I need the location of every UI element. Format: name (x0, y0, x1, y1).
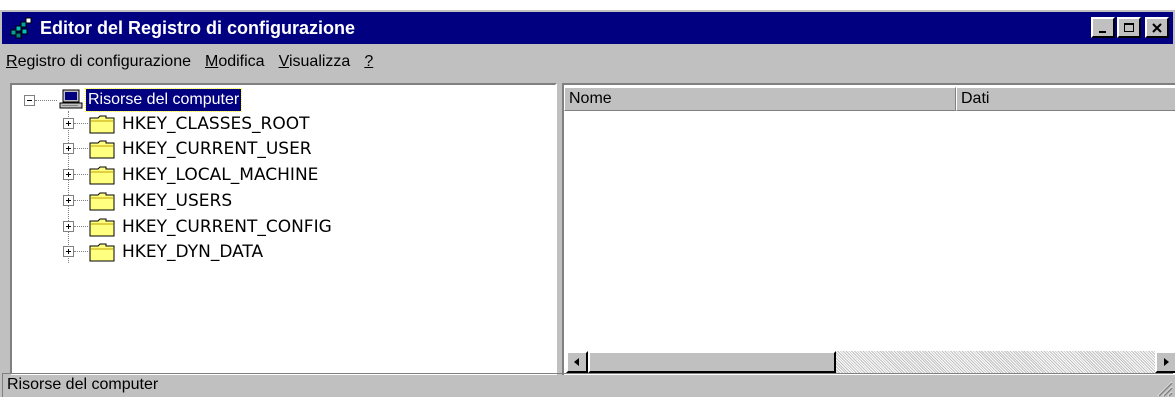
scroll-left-button[interactable] (566, 351, 588, 373)
folder-icon (89, 218, 115, 237)
folder-icon (89, 243, 115, 262)
tree-connector (74, 200, 88, 201)
menu-registro[interactable]: Registro di configurazione (6, 53, 191, 71)
tree-item-label: HKEY_CURRENT_USER (122, 139, 312, 159)
collapse-icon[interactable] (24, 95, 35, 106)
folder-icon (89, 192, 115, 211)
tree-connector (74, 174, 88, 175)
expand-icon[interactable] (63, 221, 74, 232)
maximize-icon (1124, 22, 1134, 32)
window-title: Editor del Registro di configurazione (40, 17, 356, 38)
tree-item-label: HKEY_LOCAL_MACHINE (122, 165, 319, 185)
expand-icon[interactable] (63, 169, 74, 180)
expand-icon[interactable] (63, 118, 74, 129)
values-list[interactable]: Nome Dati (562, 83, 1175, 375)
scroll-right-button[interactable] (1155, 351, 1175, 373)
tree-item-label: HKEY_DYN_DATA (122, 242, 264, 262)
status-bar: Risorse del computer (2, 373, 1173, 397)
menu-visualizza[interactable]: Visualizza (279, 53, 351, 71)
registry-tree[interactable]: Risorse del computer HKEY_CLASSES_ROOT H… (10, 83, 557, 375)
resize-grip-icon[interactable] (1155, 379, 1173, 397)
arrow-left-icon (574, 358, 579, 366)
tree-connector (74, 226, 88, 227)
column-header-nome[interactable]: Nome (564, 87, 956, 111)
menu-help[interactable]: ? (364, 53, 373, 71)
title-bar[interactable]: Editor del Registro di configurazione (2, 12, 1173, 44)
window-controls (1091, 17, 1169, 38)
expand-icon[interactable] (63, 195, 74, 206)
menu-bar: Registro di configurazione Modifica Visu… (2, 49, 1173, 75)
tree-root-label[interactable]: Risorse del computer (84, 88, 243, 112)
folder-icon (89, 115, 115, 134)
folder-icon (89, 166, 115, 185)
arrow-right-icon (1164, 358, 1169, 366)
tree-item-label: HKEY_USERS (122, 191, 233, 211)
tree-item-label: HKEY_CLASSES_ROOT (122, 114, 310, 134)
maximize-button[interactable] (1117, 17, 1141, 38)
tree-connector (74, 251, 88, 252)
expand-icon[interactable] (63, 246, 74, 257)
close-button[interactable] (1145, 17, 1169, 38)
registry-editor-window: Editor del Registro di configurazione Re… (0, 10, 1175, 397)
close-icon (1152, 22, 1162, 33)
tree-item-label: HKEY_CURRENT_CONFIG (122, 217, 332, 237)
tree-connector (68, 111, 69, 263)
expand-icon[interactable] (63, 143, 74, 154)
horizontal-scrollbar[interactable] (566, 351, 1175, 373)
tree-connector (74, 123, 88, 124)
column-header-dati[interactable]: Dati (956, 87, 1175, 111)
tree-connector (74, 148, 88, 149)
status-text: Risorse del computer (7, 376, 159, 393)
tree-connector (35, 100, 57, 101)
registry-editor-icon (10, 17, 32, 39)
minimize-button[interactable] (1091, 17, 1115, 38)
minimize-icon (1099, 30, 1106, 33)
menu-modifica[interactable]: Modifica (205, 53, 265, 71)
computer-icon (59, 89, 83, 109)
folder-icon (89, 140, 115, 159)
scroll-thumb[interactable] (588, 351, 836, 373)
